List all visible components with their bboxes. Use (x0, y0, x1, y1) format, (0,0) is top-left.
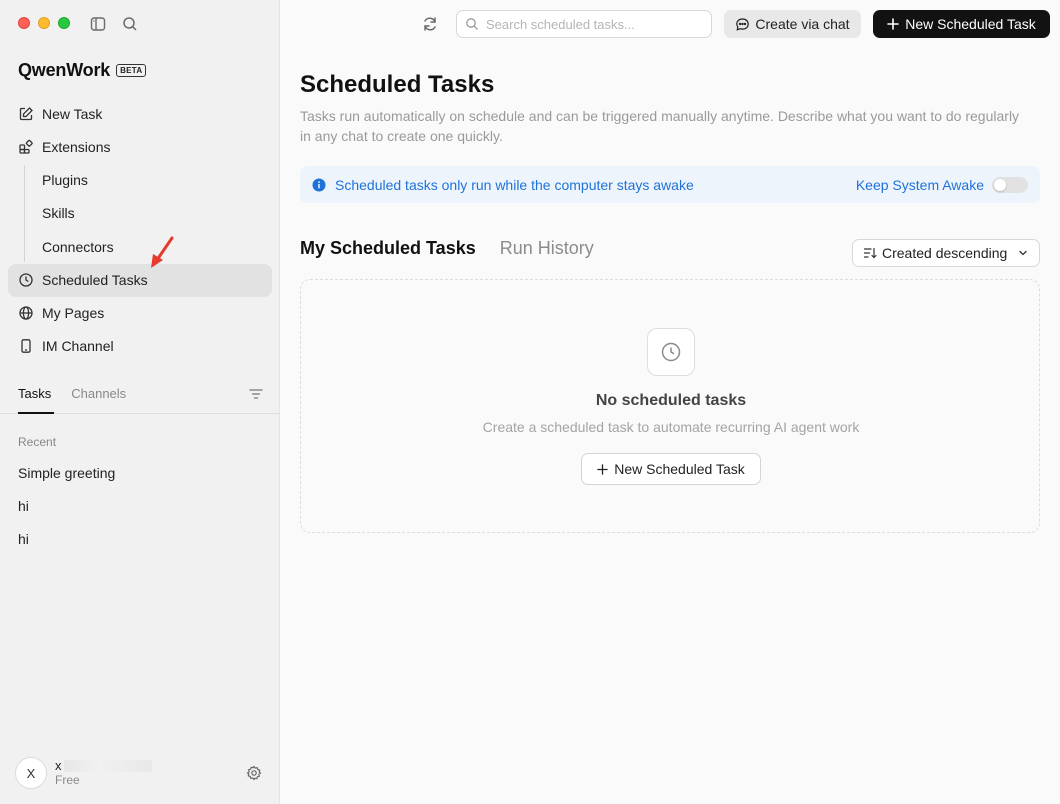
sidebar-item-skills[interactable]: Skills (24, 197, 272, 231)
user-profile[interactable]: X x Free (15, 757, 152, 789)
active-tab-indicator (18, 412, 54, 414)
extensions-icon (19, 139, 33, 154)
filter-icon[interactable] (248, 386, 264, 402)
annotation-arrow-icon (151, 236, 174, 268)
sidebar-item-label: Plugins (42, 171, 88, 188)
sidebar-item-label: Extensions (42, 138, 111, 155)
refresh-icon[interactable] (421, 15, 439, 33)
sidebar-toggle-icon[interactable] (89, 15, 107, 33)
clock-icon (19, 273, 33, 287)
sidebar-item-im-channel[interactable]: IM Channel (8, 330, 272, 363)
info-banner: Scheduled tasks only run while the compu… (300, 166, 1040, 203)
empty-state-title: No scheduled tasks (595, 392, 747, 409)
create-via-chat-button[interactable]: Create via chat (724, 10, 861, 38)
sort-label: Created descending (882, 245, 1008, 261)
button-label: New Scheduled Task (905, 16, 1036, 32)
sidebar-item-extensions[interactable]: Extensions (8, 130, 272, 163)
recent-section-label: Recent (18, 435, 57, 449)
user-name: x (55, 758, 152, 773)
sidebar-item-plugins[interactable]: Plugins (24, 163, 272, 197)
tab-channels[interactable]: Channels (71, 386, 126, 401)
redacted-name (63, 759, 152, 772)
sidebar-item-label: New Task (42, 105, 103, 122)
search-icon (466, 18, 478, 30)
tab-run-history[interactable]: Run History (500, 238, 594, 259)
main-content: Create via chat New Scheduled Task Sched… (281, 0, 1060, 804)
list-item[interactable]: hi (18, 489, 268, 522)
recent-task-list: Simple greeting hi hi (18, 456, 268, 555)
sidebar-item-label: Scheduled Tasks (42, 272, 148, 288)
sidebar-item-scheduled-tasks[interactable]: Scheduled Tasks (8, 263, 272, 297)
globe-icon (19, 306, 33, 320)
user-plan: Free (55, 773, 80, 787)
sidebar-item-label: Connectors (42, 238, 114, 255)
empty-new-scheduled-task-button[interactable]: New Scheduled Task (581, 453, 761, 485)
info-icon (312, 178, 326, 191)
user-info: x Free (55, 758, 152, 788)
edit-icon (19, 106, 33, 120)
plus-icon (597, 463, 608, 475)
keep-awake-toggle[interactable] (992, 176, 1028, 193)
empty-state-icon-box (647, 328, 695, 376)
button-label: Create via chat (755, 16, 850, 32)
button-label: New Scheduled Task (614, 461, 745, 477)
window-controls (18, 17, 70, 29)
sidebar-item-new-task[interactable]: New Task (8, 97, 272, 130)
tab-tasks[interactable]: Tasks (18, 386, 51, 401)
sidebar-tabs: Tasks Channels (18, 386, 126, 401)
page-description: Tasks run automatically on schedule and … (300, 108, 1020, 144)
sidebar-item-label: IM Channel (42, 338, 114, 354)
sidebar: QwenWork BETA New Task Extensions Plugin… (0, 0, 280, 804)
beta-badge: BETA (116, 64, 147, 77)
keep-awake-control: Keep System Awake (856, 166, 1028, 203)
logo-text: QwenWork (18, 60, 111, 80)
list-item[interactable]: Simple greeting (18, 456, 268, 489)
sort-icon (863, 247, 877, 259)
sidebar-nav: New Task Extensions Plugins Skills Conne… (8, 97, 272, 363)
empty-state-subtitle: Create a scheduled task to automate recu… (482, 419, 860, 435)
user-name-initial: x (55, 758, 62, 773)
empty-state: No scheduled tasks Create a scheduled ta… (300, 279, 1040, 533)
app-logo: QwenWork BETA (18, 60, 147, 81)
gear-icon[interactable] (246, 765, 262, 781)
sidebar-item-label: Skills (42, 205, 75, 222)
minimize-window-button[interactable] (38, 17, 50, 29)
sort-dropdown[interactable]: Created descending (852, 239, 1040, 267)
maximize-window-button[interactable] (58, 17, 70, 29)
close-window-button[interactable] (18, 17, 30, 29)
chat-bubble-icon (736, 17, 750, 31)
page-title: Scheduled Tasks (300, 71, 495, 98)
new-scheduled-task-button[interactable]: New Scheduled Task (873, 10, 1050, 38)
banner-text: Scheduled tasks only run while the compu… (335, 176, 694, 193)
sidebar-item-label: My Pages (42, 305, 105, 321)
keep-awake-label: Keep System Awake (855, 176, 984, 193)
tab-my-scheduled-tasks[interactable]: My Scheduled Tasks (300, 238, 476, 259)
search-box[interactable] (456, 10, 712, 38)
avatar[interactable]: X (15, 757, 47, 789)
plus-icon (887, 18, 900, 30)
chevron-down-icon (1019, 250, 1027, 256)
main-tabs: My Scheduled Tasks Run History (300, 238, 594, 259)
phone-icon (21, 339, 31, 353)
list-item[interactable]: hi (18, 522, 268, 555)
search-input[interactable] (486, 16, 706, 32)
search-icon[interactable] (121, 15, 139, 33)
clock-icon (661, 342, 681, 362)
sidebar-item-my-pages[interactable]: My Pages (8, 297, 272, 330)
